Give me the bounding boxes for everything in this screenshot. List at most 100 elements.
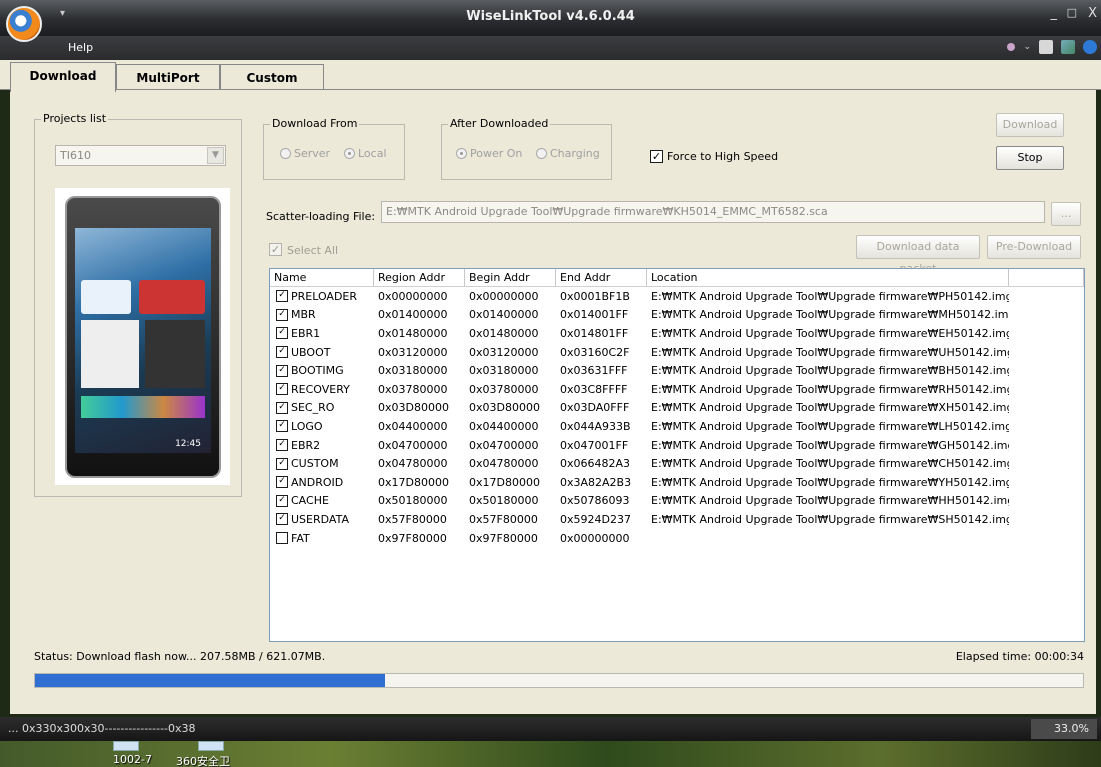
begin-addr-cell: 0x04700000	[469, 438, 539, 452]
close-button[interactable]: X	[1088, 6, 1097, 21]
partition-checkbox[interactable]	[276, 532, 288, 545]
taskbar: ... 0x330x300x30----------------0x38 33.…	[0, 717, 1101, 741]
table-row[interactable]: FAT 0x97F80000 0x97F80000 0x00000000	[270, 529, 1084, 548]
app-logo-icon[interactable]	[6, 6, 42, 42]
partition-checkbox[interactable]: ✓	[276, 290, 288, 303]
end-addr-cell: 0x014801FF	[560, 326, 629, 340]
after-downloaded-legend: After Downloaded	[448, 117, 551, 130]
select-all-label[interactable]: Select All	[287, 244, 338, 257]
table-row[interactable]: ✓ USERDATA 0x57F80000 0x57F80000 0x5924D237 E…	[270, 510, 1084, 529]
tab-custom[interactable]: Custom	[220, 64, 324, 91]
chevron-down-icon[interactable]: ▼	[207, 147, 224, 164]
desktop-icon-label[interactable]: 1002-7	[113, 753, 152, 766]
begin-addr-cell: 0x03D80000	[469, 401, 540, 415]
header-region-addr[interactable]: Region Addr	[374, 269, 465, 286]
partition-checkbox[interactable]: ✓	[276, 383, 288, 396]
table-row[interactable]: ✓ EBR1 0x01480000 0x01480000 0x014801FF E:₩MT…	[270, 324, 1084, 343]
partition-checkbox[interactable]: ✓	[276, 457, 288, 470]
pre-download-button[interactable]: Pre-Download	[987, 235, 1081, 259]
partition-checkbox[interactable]: ✓	[276, 476, 288, 489]
download-button[interactable]: Download	[996, 113, 1064, 137]
partition-name: FAT	[291, 531, 310, 545]
partition-name-cell: ✓ SEC_RO	[270, 401, 374, 414]
region-addr-cell: 0x03D80000	[378, 401, 449, 415]
partition-name-cell: ✓ CACHE	[270, 494, 374, 507]
menu-help[interactable]: Help	[68, 41, 93, 54]
partition-checkbox[interactable]: ✓	[276, 494, 288, 507]
scatter-file-input[interactable]: E:₩MTK Android Upgrade Tool₩Upgrade firm…	[381, 201, 1045, 223]
header-end-addr[interactable]: End Addr	[556, 269, 647, 286]
desktop-icon-label[interactable]: 360安全卫	[176, 753, 230, 767]
settings-icon[interactable]	[1007, 43, 1016, 51]
partition-checkbox[interactable]: ✓	[276, 401, 288, 414]
tab-multiport[interactable]: MultiPort	[116, 64, 220, 91]
partition-checkbox[interactable]: ✓	[276, 346, 288, 359]
header-name[interactable]: Name	[270, 269, 374, 286]
table-row[interactable]: ✓ CACHE 0x50180000 0x50180000 0x50786093 E:₩M…	[270, 492, 1084, 511]
table-row[interactable]: ✓ ANDROID 0x17D80000 0x17D80000 0x3A82A2B3 E:…	[270, 473, 1084, 492]
location-cell: E:₩MTK Android Upgrade Tool₩Upgrade firm…	[651, 438, 1009, 452]
end-addr-cell: 0x03DA0FFF	[560, 401, 630, 415]
minimize-button[interactable]: _	[1051, 6, 1058, 21]
select-all-checkbox[interactable]: ✓	[269, 243, 282, 256]
browse-button[interactable]: ...	[1051, 202, 1081, 226]
header-location[interactable]: Location	[647, 269, 1009, 286]
table-row[interactable]: ✓ LOGO 0x04400000 0x04400000 0x044A933B E:₩MT…	[270, 417, 1084, 436]
status-text: Status: Download flash now... 207.58MB /…	[34, 650, 326, 663]
end-addr-cell: 0x0001BF1B	[560, 289, 630, 303]
title-bar: ▾ WiseLinkTool v4.6.0.44 _ □ X	[0, 0, 1101, 42]
table-row[interactable]: ✓ UBOOT 0x03120000 0x03120000 0x03160C2F E:₩M…	[270, 343, 1084, 362]
table-row[interactable]: ✓ SEC_RO 0x03D80000 0x03D80000 0x03DA0FFF E:₩…	[270, 399, 1084, 418]
partition-table[interactable]: Name Region Addr Begin Addr End Addr Loc…	[269, 268, 1085, 642]
device-icon[interactable]	[1039, 40, 1053, 54]
partition-name-cell: ✓ CUSTOM	[270, 457, 374, 470]
radio-charging[interactable]: Charging	[536, 147, 600, 160]
region-addr-cell: 0x03780000	[378, 382, 448, 396]
location-cell: E:₩MTK Android Upgrade Tool₩Upgrade firm…	[651, 308, 1009, 322]
download-from-group: Download From Server Local	[263, 117, 405, 180]
table-row[interactable]: ✓ PRELOADER 0x00000000 0x00000000 0x0001BF1B…	[270, 287, 1084, 306]
dropdown-icon[interactable]: ⌄	[1023, 42, 1031, 52]
radio-charging-dot	[536, 148, 547, 159]
end-addr-cell: 0x047001FF	[560, 438, 629, 452]
taskbar-percent[interactable]: 33.0%	[1031, 719, 1097, 739]
radio-server[interactable]: Server	[280, 147, 330, 160]
partition-checkbox[interactable]: ✓	[276, 513, 288, 526]
table-row[interactable]: ✓ CUSTOM 0x04780000 0x04780000 0x066482A3 E:₩…	[270, 454, 1084, 473]
partition-checkbox[interactable]: ✓	[276, 364, 288, 377]
help-icon[interactable]	[1083, 40, 1097, 54]
force-high-speed-checkbox[interactable]: ✓	[650, 150, 663, 163]
partition-checkbox[interactable]: ✓	[276, 420, 288, 433]
end-addr-cell: 0x3A82A2B3	[560, 475, 632, 489]
table-row[interactable]: ✓ EBR2 0x04700000 0x04700000 0x047001FF E:₩MT…	[270, 436, 1084, 455]
radio-local[interactable]: Local	[344, 147, 387, 160]
desktop-folder-icon[interactable]	[113, 741, 139, 751]
force-high-speed-label[interactable]: Force to High Speed	[667, 150, 778, 163]
partition-checkbox[interactable]: ✓	[276, 327, 288, 340]
desktop-background: 1002-7 360安全卫	[0, 741, 1101, 767]
header-filler	[1009, 269, 1084, 286]
header-begin-addr[interactable]: Begin Addr	[465, 269, 556, 286]
table-row[interactable]: ✓ BOOTIMG 0x03180000 0x03180000 0x03631FFF E:…	[270, 361, 1084, 380]
stop-button[interactable]: Stop	[996, 146, 1064, 170]
partition-checkbox[interactable]: ✓	[276, 439, 288, 452]
partition-name: SEC_RO	[291, 401, 335, 415]
begin-addr-cell: 0x17D80000	[469, 475, 540, 489]
table-row[interactable]: ✓ RECOVERY 0x03780000 0x03780000 0x03C8FFFF E…	[270, 380, 1084, 399]
region-addr-cell: 0x57F80000	[378, 512, 447, 526]
begin-addr-cell: 0x03180000	[469, 364, 539, 378]
tab-download[interactable]: Download	[10, 62, 116, 92]
table-row[interactable]: ✓ MBR 0x01400000 0x01400000 0x014001FF E:₩MTK…	[270, 306, 1084, 325]
partition-checkbox[interactable]: ✓	[276, 308, 288, 321]
end-addr-cell: 0x00000000	[560, 531, 630, 545]
region-addr-cell: 0x50180000	[378, 494, 448, 508]
project-select[interactable]: TI610 ▼	[55, 145, 226, 166]
partition-name-cell: ✓ ANDROID	[270, 476, 374, 489]
radio-power-on-label: Power On	[470, 147, 523, 160]
network-icon[interactable]	[1061, 40, 1075, 54]
desktop-app-icon[interactable]	[198, 741, 224, 751]
location-cell: E:₩MTK Android Upgrade Tool₩Upgrade firm…	[651, 419, 1009, 433]
download-data-packet-button[interactable]: Download data packet	[856, 235, 980, 275]
radio-power-on[interactable]: Power On	[456, 147, 522, 160]
maximize-button[interactable]: □	[1067, 6, 1077, 19]
